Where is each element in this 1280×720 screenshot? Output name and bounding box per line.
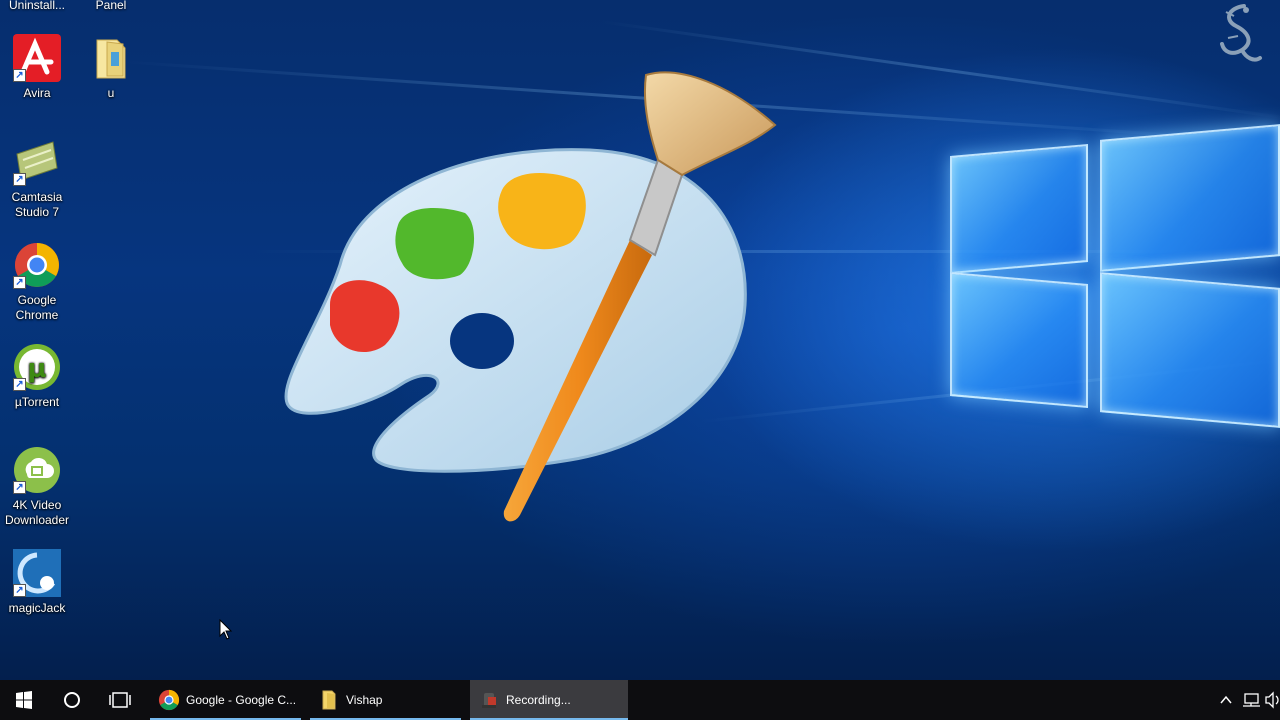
- start-button[interactable]: [0, 680, 48, 720]
- avira-icon: ↗: [13, 34, 61, 82]
- desktop-icon-utorrent[interactable]: µ ↗ µTorrent: [0, 343, 74, 410]
- task-view-icon: [109, 692, 131, 708]
- magicjack-icon: ↗: [13, 549, 61, 597]
- svg-text:µ: µ: [27, 354, 46, 384]
- desktop-icon-avira[interactable]: ↗ Avira: [0, 34, 74, 101]
- recorder-icon: [478, 689, 500, 711]
- volume-icon: [1265, 691, 1279, 709]
- desktop-icon-label: µTorrent: [14, 395, 60, 409]
- paint-palette-icon: [280, 65, 780, 525]
- task-view-button[interactable]: [96, 680, 144, 720]
- camtasia-icon: ↗: [13, 138, 61, 186]
- logo-pane: [950, 271, 1088, 409]
- desktop-icon-label: Avira: [23, 86, 51, 100]
- taskbar-item-label: Recording...: [506, 693, 571, 707]
- chevron-up-icon: [1220, 695, 1232, 704]
- logo-pane: [1100, 272, 1280, 428]
- dragon-logo: [1214, 2, 1266, 70]
- windows-start-icon: [16, 691, 32, 709]
- shortcut-arrow-icon: ↗: [13, 584, 26, 597]
- desktop-icon-label: u: [107, 86, 115, 100]
- taskbar-item-recording[interactable]: Recording...: [470, 680, 628, 720]
- shortcut-arrow-icon: ↗: [13, 276, 26, 289]
- chrome-icon: ↗: [13, 241, 61, 289]
- volume-button[interactable]: [1264, 680, 1280, 720]
- desktop-icon-camtasia[interactable]: ↗ Camtasia Studio 7: [0, 138, 74, 220]
- desktop-icon-label-control-panel[interactable]: Panel: [74, 0, 148, 12]
- folder-icon: [318, 689, 340, 711]
- shortcut-arrow-icon: ↗: [13, 69, 26, 82]
- show-hidden-icons-button[interactable]: [1216, 680, 1236, 720]
- video-downloader-icon: ↗: [13, 446, 61, 494]
- logo-pane: [1100, 124, 1280, 272]
- mouse-cursor: [219, 618, 233, 646]
- network-icon: [1243, 693, 1260, 707]
- desktop-icon-4k-video-downloader[interactable]: ↗ 4K Video Downloader: [0, 446, 74, 528]
- cortana-search-button[interactable]: [48, 680, 96, 720]
- shortcut-arrow-icon: ↗: [13, 481, 26, 494]
- desktop: Uninstall... Panel ↗ Avira u ↗ Camtasia …: [0, 0, 1280, 680]
- utorrent-icon: µ ↗: [13, 343, 61, 391]
- taskbar: Google - Google C... Vishap Recording...: [0, 680, 1280, 720]
- shortcut-arrow-icon: ↗: [13, 173, 26, 186]
- windows-logo-graphic: [948, 110, 1280, 440]
- desktop-icon-label: Camtasia Studio 7: [11, 190, 63, 219]
- desktop-icon-label: 4K Video Downloader: [4, 498, 70, 527]
- folder-icon: [87, 34, 135, 82]
- shortcut-arrow-icon: ↗: [13, 378, 26, 391]
- desktop-icon-magicjack[interactable]: ↗ magicJack: [0, 549, 74, 616]
- network-button[interactable]: [1240, 680, 1262, 720]
- cortana-circle-icon: [64, 692, 80, 708]
- taskbar-item-chrome[interactable]: Google - Google C...: [150, 680, 305, 720]
- taskbar-item-vishap-folder[interactable]: Vishap: [310, 680, 465, 720]
- desktop-icon-label: magicJack: [8, 601, 66, 615]
- desktop-icon-google-chrome[interactable]: ↗ Google Chrome: [0, 241, 74, 323]
- taskbar-item-label: Google - Google C...: [186, 693, 297, 707]
- desktop-icon-u-folder[interactable]: u: [74, 34, 148, 101]
- chrome-icon: [158, 689, 180, 711]
- logo-pane: [950, 143, 1088, 275]
- desktop-icon-label: Google Chrome: [15, 293, 59, 322]
- taskbar-item-label: Vishap: [346, 693, 383, 707]
- desktop-icon-label-uninstall[interactable]: Uninstall...: [0, 0, 74, 12]
